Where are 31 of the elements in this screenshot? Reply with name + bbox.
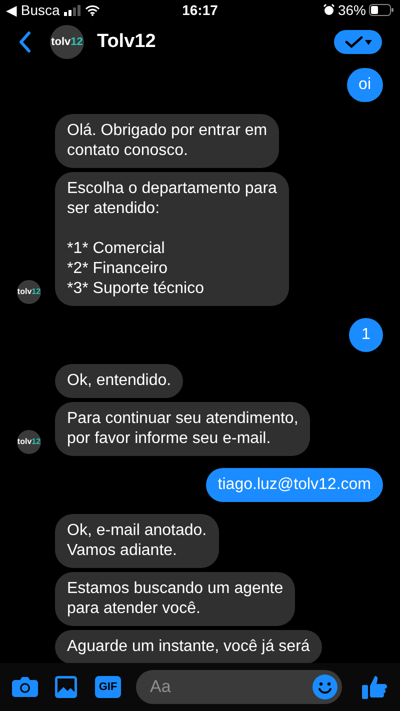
image-icon[interactable] — [54, 675, 78, 699]
status-menu-button[interactable] — [334, 30, 382, 54]
sent-message: oi — [346, 68, 383, 102]
clock-time: 16:17 — [182, 0, 218, 20]
emoji-icon[interactable] — [312, 674, 338, 700]
received-message: Aguarde um instante, você já será — [55, 630, 322, 663]
received-message: Ok, e-mail anotado. Vamos adiante. — [55, 514, 219, 568]
battery-icon — [369, 4, 394, 16]
sent-message: 1 — [349, 318, 383, 352]
signal-icon — [64, 4, 81, 16]
received-message: Olá. Obrigado por entrar em contato conosco. — [55, 114, 280, 168]
sent-message: tiago.luz@tolv12.com — [206, 468, 383, 502]
gif-button[interactable]: GIF — [95, 676, 121, 698]
alarm-icon — [322, 4, 335, 16]
message-input[interactable]: Aa — [136, 670, 342, 704]
contact-avatar: tolv12 — [17, 430, 41, 454]
contact-avatar: tolv12 — [17, 280, 41, 304]
back-icon[interactable] — [18, 31, 32, 53]
camera-icon[interactable] — [12, 676, 38, 698]
battery-percent: 36% — [338, 0, 366, 20]
contact-name[interactable]: Tolv12 — [97, 28, 156, 56]
check-icon — [344, 36, 362, 48]
wifi-icon — [84, 4, 100, 16]
received-message: Para continuar seu atendimento, por favor informe seu e-mail. — [55, 402, 310, 456]
received-message: Escolha o departamento para ser atendido: *1* Comercial *2* Financeiro *3* Suporte técnico — [55, 172, 289, 306]
back-app-label[interactable]: ◀ Busca — [6, 0, 60, 20]
contact-avatar: tolv12 — [50, 25, 84, 59]
received-message: Estamos buscando um agente para atender você. — [55, 572, 296, 626]
thumbs-up-icon[interactable] — [362, 674, 388, 700]
caret-icon — [364, 40, 372, 44]
received-message: Ok, entendido. — [55, 364, 184, 398]
